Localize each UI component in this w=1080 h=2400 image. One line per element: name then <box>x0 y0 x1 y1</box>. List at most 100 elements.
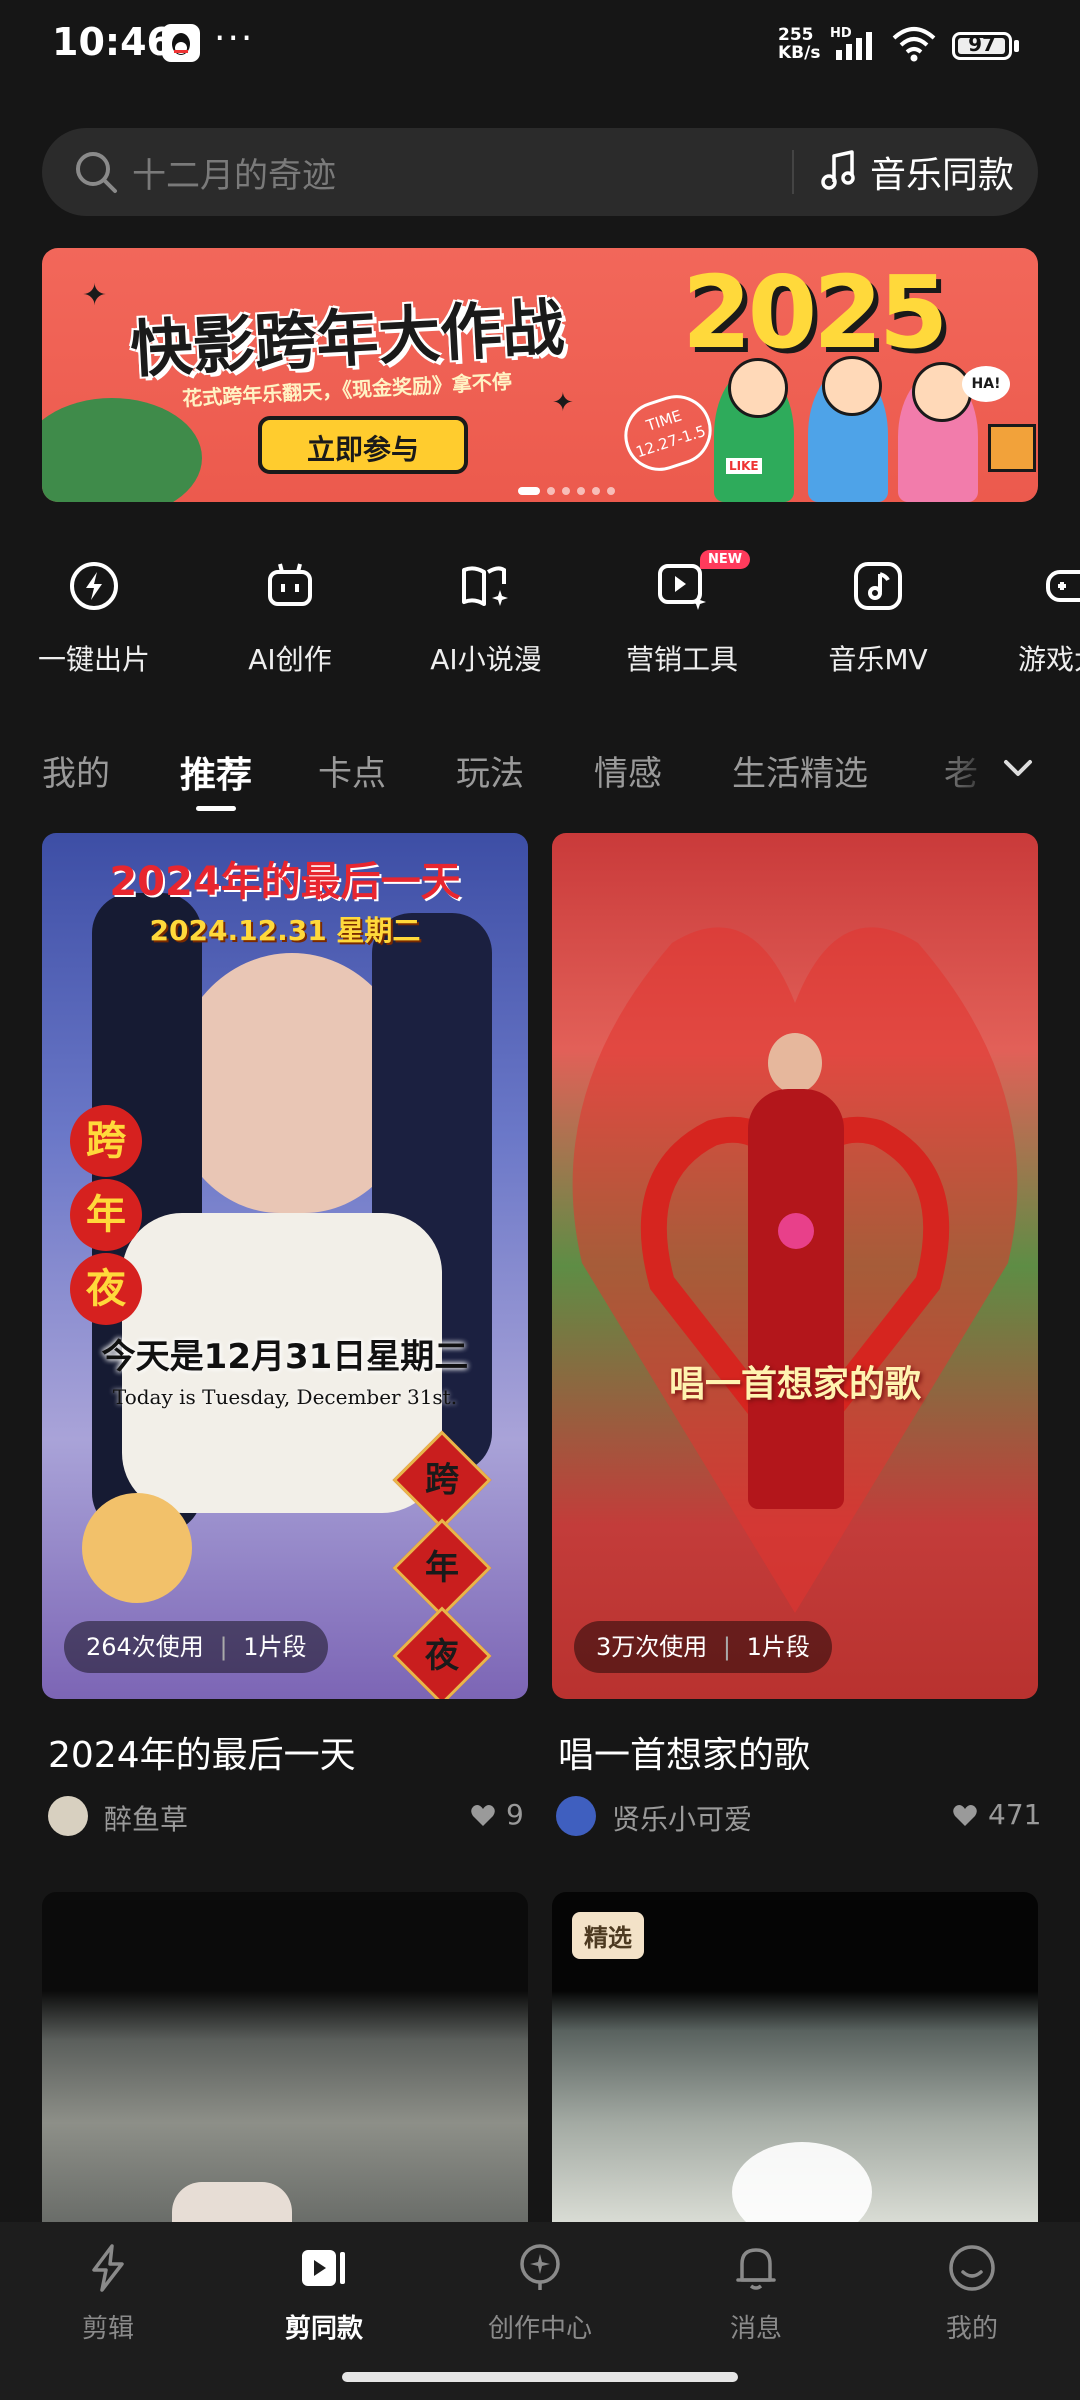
pagination-dot <box>518 487 540 495</box>
side-circle-label: 年 <box>70 1179 142 1251</box>
nav-label: 剪辑 <box>81 2314 134 2344</box>
cartoon-kid: LIKE <box>714 358 794 502</box>
tool-game[interactable]: 游戏大 <box>994 560 1080 678</box>
battery-icon: 97 <box>952 32 1012 60</box>
pagination-dot <box>607 487 615 495</box>
nav-creator-center[interactable]: 创作中心 <box>432 2242 648 2345</box>
join-now-label: 立即参与 <box>306 433 419 466</box>
tab-emotion[interactable]: 情感 <box>594 746 662 795</box>
nav-label: 创作中心 <box>487 2314 592 2344</box>
search-bar[interactable]: 十二月的奇迹 音乐同款 <box>42 128 1038 216</box>
search-divider <box>792 150 794 194</box>
diamond-label: 夜 <box>425 1636 459 1676</box>
music-same-button[interactable]: 音乐同款 <box>870 146 1014 198</box>
kid-face <box>728 358 788 418</box>
promo-banner[interactable]: ✦ ✦ 快影跨年大作战 2025 花式跨年乐翻天，《现金奖励》拿不停 立即参与 … <box>42 248 1038 502</box>
nav-messages[interactable]: 消息 <box>648 2242 864 2345</box>
tab-life-picks[interactable]: 生活精选 <box>732 746 868 795</box>
wifi-icon <box>892 27 936 62</box>
cartoon-mascot <box>82 1493 192 1603</box>
pagination-dot <box>577 487 585 495</box>
tool-ai-novel-comic[interactable]: AI小说漫 <box>406 560 566 678</box>
nav-edit[interactable]: 剪辑 <box>0 2242 216 2345</box>
diamond-tile: 夜 <box>392 1606 492 1699</box>
template-card[interactable]: 精选 <box>552 1892 1038 2222</box>
usage-pill: 264次使用 | 1片段 <box>64 1621 329 1673</box>
search-input[interactable]: 十二月的奇迹 <box>132 148 336 197</box>
nav-template[interactable]: 剪同款 <box>216 2242 432 2345</box>
tab-mine[interactable]: 我的 <box>42 746 110 795</box>
card-title[interactable]: 唱一首想家的歌 <box>558 1726 810 1778</box>
card-overlay-line-en: Today is Tuesday, December 31st. <box>112 1385 458 1409</box>
card-overlay-line: 今天是12月31日星期二 <box>101 1337 469 1377</box>
tool-one-click[interactable]: 一键出片 <box>14 560 174 678</box>
side-circle-labels: 跨 年 夜 <box>70 1105 144 1325</box>
battery-tip <box>1014 40 1019 52</box>
template-play-icon <box>302 2250 345 2286</box>
tool-label: 营销工具 <box>625 643 738 676</box>
avatar[interactable] <box>556 1796 596 1836</box>
profile-smile-icon <box>949 2245 995 2291</box>
kid-face <box>822 356 882 416</box>
card-overlay-title: 2024年的最后一天 <box>109 859 461 905</box>
heart-icon[interactable] <box>952 1804 978 1828</box>
tool-label: 游戏大 <box>1018 643 1080 676</box>
net-speed-value: 255 <box>778 25 814 45</box>
tool-ai-create[interactable]: AI创作 <box>210 560 370 678</box>
segment-count: 1片段 <box>243 1633 307 1661</box>
new-badge: NEW <box>700 550 751 569</box>
like-count: 471 <box>988 1798 1042 1831</box>
banner-pagination <box>518 480 658 495</box>
book-sparkle-icon <box>462 566 508 606</box>
avatar[interactable] <box>48 1796 88 1836</box>
diamond-tile: 年 <box>392 1518 492 1618</box>
sparkle-icon: ✦ <box>552 388 574 418</box>
lightning-icon <box>70 562 118 610</box>
template-card[interactable]: 唱一首想家的歌 3万次使用 | 1片段 <box>552 833 1038 1699</box>
diamond-labels: 跨 年 夜 <box>392 1430 492 1699</box>
card-preview-detail <box>172 2182 292 2222</box>
battery-percent: 97 <box>968 32 996 56</box>
status-time: 10:46 <box>52 20 173 64</box>
usage-count: 3万次使用 <box>596 1633 708 1661</box>
tool-music-mv[interactable]: 音乐MV <box>798 560 958 678</box>
diamond-label: 跨 <box>425 1460 459 1500</box>
ai-robot-icon <box>268 563 312 606</box>
heart-icon[interactable] <box>470 1804 496 1828</box>
pagination-dot <box>547 487 555 495</box>
edit-lightning-icon <box>92 2244 124 2292</box>
nav-profile[interactable]: 我的 <box>864 2242 1080 2345</box>
cartoon-kid <box>808 356 888 502</box>
card-title[interactable]: 2024年的最后一天 <box>48 1726 356 1778</box>
tool-label: 音乐MV <box>828 643 928 676</box>
like-tag: LIKE <box>726 458 762 474</box>
nav-label: 剪同款 <box>284 2314 363 2344</box>
kid-face <box>912 362 972 422</box>
nav-label: 我的 <box>945 2314 998 2344</box>
author-name[interactable]: 贤乐小可爱 <box>612 1798 752 1838</box>
more-notifications-icon: ··· <box>214 18 255 59</box>
tool-marketing[interactable]: 营销工具 <box>602 560 762 678</box>
ha-speech-bubble: HA! <box>962 366 1010 402</box>
template-card[interactable] <box>42 1892 528 2222</box>
gamepad-icon <box>1046 570 1080 602</box>
music-search-icon[interactable] <box>818 148 862 192</box>
usage-count: 264次使用 <box>86 1633 204 1661</box>
tab-beat-sync[interactable]: 卡点 <box>318 746 386 795</box>
net-speed-unit: KB/s <box>778 43 821 63</box>
card-overlay-title: 唱一首想家的歌 <box>668 1364 921 1405</box>
featured-badge: 精选 <box>572 1912 644 1959</box>
author-name[interactable]: 醉鱼草 <box>104 1798 188 1838</box>
tab-recommended[interactable]: 推荐 <box>180 746 252 798</box>
tool-label: AI小说漫 <box>430 643 542 676</box>
diamond-label: 年 <box>425 1548 459 1588</box>
banner-year: 2025 <box>682 254 948 371</box>
tool-label: 一键出片 <box>37 643 150 676</box>
tab-gameplay[interactable]: 玩法 <box>456 746 524 795</box>
chevron-down-icon[interactable] <box>998 748 1038 788</box>
home-indicator[interactable] <box>342 2372 738 2382</box>
dancer-dress <box>748 1089 844 1509</box>
join-now-button[interactable]: 立即参与 <box>258 416 468 474</box>
flower-decor <box>778 1213 814 1249</box>
template-card[interactable]: 2024年的最后一天 2024.12.31 星期二 跨 年 夜 今天是12月31… <box>42 833 528 1699</box>
